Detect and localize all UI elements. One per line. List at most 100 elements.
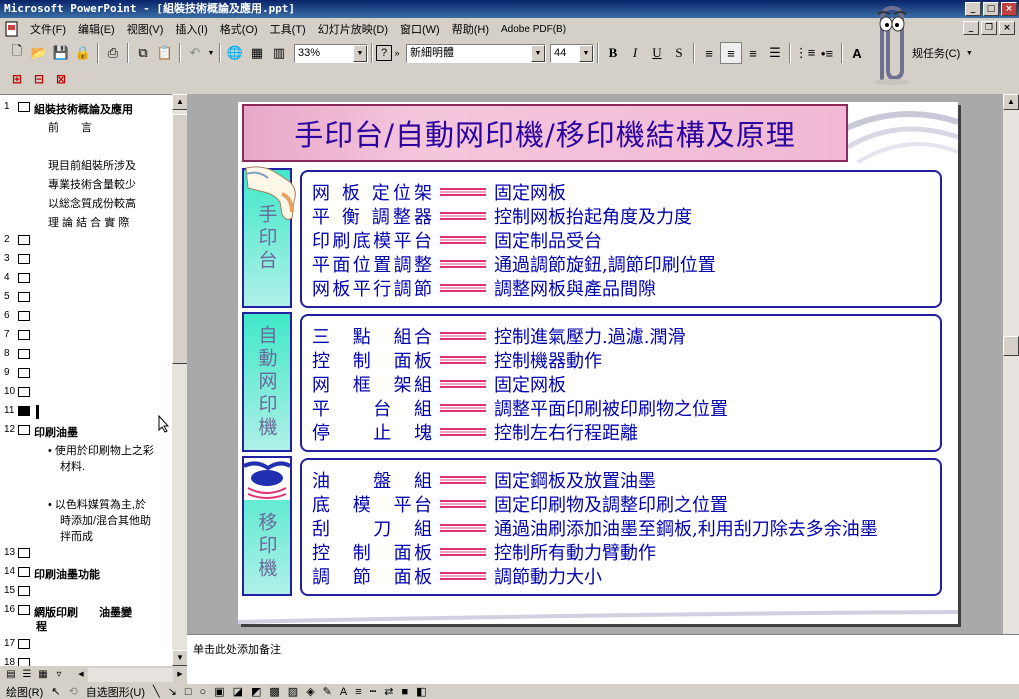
- outline-slide-3[interactable]: 3: [4, 253, 34, 264]
- outline-slide-17[interactable]: 17: [4, 638, 34, 649]
- chart-icon[interactable]: ▥: [268, 42, 290, 64]
- outline-slide-11[interactable]: 11: [4, 405, 39, 419]
- slide-scrollbar[interactable]: ▲: [1003, 94, 1019, 634]
- 3d-icon[interactable]: ◧: [416, 685, 426, 698]
- save-icon[interactable]: 💾: [50, 42, 72, 64]
- rotate-icon[interactable]: ⟲: [69, 685, 78, 698]
- align-center-icon[interactable]: ≡: [720, 42, 742, 64]
- outline-slide-4[interactable]: 4: [4, 272, 34, 283]
- clipart-icon[interactable]: ▩: [269, 685, 279, 698]
- menu-edit[interactable]: 编辑(E): [72, 21, 121, 37]
- doc-minimize-button[interactable]: _: [963, 21, 979, 35]
- open-icon[interactable]: 📂: [28, 42, 50, 64]
- pdf-review-icon[interactable]: ⊠: [50, 68, 72, 90]
- slide-canvas[interactable]: 手印台/自動网印機/移印機結構及原理 手印台 网 板 定位架 固定网板 平 衡 調…: [238, 102, 958, 624]
- doc-restore-button[interactable]: ❐: [981, 21, 997, 35]
- outline-slide-16[interactable]: 16 網版印刷 油墨變: [4, 604, 132, 620]
- outline-slide-2[interactable]: 2: [4, 234, 34, 245]
- scroll-down-icon[interactable]: ▼: [172, 650, 188, 666]
- outline-slide-9[interactable]: 9: [4, 367, 34, 378]
- outline-slide-18[interactable]: 18: [4, 657, 34, 666]
- chevron-down-icon[interactable]: ▼: [964, 42, 974, 64]
- permission-icon[interactable]: 🔒: [72, 42, 94, 64]
- outline-slide-15[interactable]: 15: [4, 585, 34, 596]
- scroll-up-icon[interactable]: ▲: [172, 94, 188, 110]
- hyperlink-icon[interactable]: 🌐: [224, 42, 246, 64]
- paste-icon[interactable]: 📋: [154, 42, 176, 64]
- outline-slide-12[interactable]: 12 印刷油墨: [4, 424, 78, 440]
- bullets-icon[interactable]: •≡: [816, 42, 838, 64]
- line-color-icon[interactable]: ✎: [323, 685, 332, 698]
- menu-help[interactable]: 帮助(H): [446, 21, 495, 37]
- arrow-icon[interactable]: ↘: [168, 685, 177, 698]
- line-style-icon[interactable]: ≡: [355, 686, 361, 698]
- undo-dropdown-icon[interactable]: ▼: [206, 42, 216, 64]
- underline-icon[interactable]: U: [646, 42, 668, 64]
- outline-slide-8[interactable]: 8: [4, 348, 34, 359]
- copy-icon[interactable]: ⧉: [132, 42, 154, 64]
- outline-pane[interactable]: 1 組裝技術概論及應用 前 言 現目前組裝所涉及 專業技術含量較少 以総念質成份…: [0, 94, 172, 666]
- shadow-icon[interactable]: S: [668, 42, 690, 64]
- outline-slide-14[interactable]: 14 印刷油墨功能: [4, 566, 100, 582]
- arrow-style-icon[interactable]: ⇄: [384, 685, 393, 698]
- outline-slide-10[interactable]: 10: [4, 386, 34, 397]
- horizontal-scrollbar[interactable]: ◀ ▶: [74, 668, 187, 682]
- section-box-pad-printer[interactable]: 油 盤 組 固定鋼板及放置油墨 底 模 平台 固定印刷物及調整印刷之位置 刮 刀 組…: [300, 458, 942, 596]
- wordart-icon[interactable]: ◪: [233, 685, 243, 698]
- select-objects-icon[interactable]: ↖: [51, 685, 60, 698]
- outline-slide-1[interactable]: 1 組裝技術概論及應用: [4, 101, 133, 117]
- office-assistant-icon[interactable]: [860, 0, 920, 86]
- dash-style-icon[interactable]: ┅: [370, 685, 377, 698]
- menu-format[interactable]: 格式(O): [214, 21, 264, 37]
- draw-menu-button[interactable]: 绘图(R): [6, 684, 43, 699]
- new-icon[interactable]: 🗋: [6, 42, 28, 64]
- italic-icon[interactable]: I: [624, 42, 646, 64]
- scroll-up-icon[interactable]: ▲: [1003, 94, 1019, 110]
- align-right-icon[interactable]: ≡: [742, 42, 764, 64]
- slide-title[interactable]: 手印台/自動网印機/移印機結構及原理: [242, 104, 848, 162]
- table-icon[interactable]: ▦: [246, 42, 268, 64]
- doc-close-button[interactable]: ×: [999, 21, 1015, 35]
- undo-icon[interactable]: ↶: [184, 42, 206, 64]
- outline-view-icon[interactable]: ☰: [20, 668, 34, 682]
- autoshapes-menu-button[interactable]: 自选图形(U): [86, 684, 145, 699]
- pdf-email-icon[interactable]: ⊟: [28, 68, 50, 90]
- oval-icon[interactable]: ○: [200, 686, 207, 698]
- slideshow-icon[interactable]: ▿: [52, 668, 66, 682]
- font-name-select[interactable]: 新細明體 ▼: [406, 43, 546, 63]
- scroll-thumb[interactable]: [1003, 336, 1019, 356]
- line-icon[interactable]: ╲: [153, 685, 160, 698]
- menu-window[interactable]: 窗口(W): [394, 21, 446, 37]
- font-color-icon[interactable]: A: [340, 686, 347, 698]
- scroll-right-icon[interactable]: ▶: [173, 668, 187, 682]
- close-button[interactable]: ×: [1001, 2, 1017, 16]
- minimize-button[interactable]: _: [965, 2, 981, 16]
- outline-slide-13[interactable]: 13: [4, 547, 34, 558]
- scroll-left-icon[interactable]: ◀: [74, 668, 88, 682]
- scroll-thumb[interactable]: [172, 114, 188, 364]
- maximize-button[interactable]: □: [983, 2, 999, 16]
- section-box-auto-printer[interactable]: 三 點 組合 控制進氣壓力.過濾.潤滑 控 制 面板 控制機器動作 网 框 架組 固定…: [300, 314, 942, 452]
- toolbar-options-icon[interactable]: »: [392, 42, 402, 64]
- menu-slideshow[interactable]: 幻灯片放映(D): [312, 21, 394, 37]
- outline-slide-7[interactable]: 7: [4, 329, 34, 340]
- normal-view-icon[interactable]: ▤: [4, 668, 18, 682]
- outline-slide-5[interactable]: 5: [4, 291, 34, 302]
- zoom-select[interactable]: 33% ▼: [294, 43, 368, 63]
- slide-sorter-icon[interactable]: ▦: [36, 668, 50, 682]
- outline-scrollbar[interactable]: ▲ ▼: [172, 94, 188, 666]
- print-icon[interactable]: ⎙: [102, 42, 124, 64]
- section-box-hand-printer[interactable]: 网 板 定位架 固定网板 平 衡 調整器 控制网板抬起角度及力度 印刷底模平台 固定制…: [300, 170, 942, 308]
- slide-editing-pane[interactable]: 手印台/自動网印機/移印機結構及原理 手印台 网 板 定位架 固定网板 平 衡 調…: [187, 94, 1003, 634]
- menu-tools[interactable]: 工具(T): [264, 21, 312, 37]
- outline-slide-6[interactable]: 6: [4, 310, 34, 321]
- align-left-icon[interactable]: ≡: [698, 42, 720, 64]
- textbox-icon[interactable]: ▣: [214, 685, 224, 698]
- menu-view[interactable]: 视图(V): [121, 21, 170, 37]
- rectangle-icon[interactable]: □: [185, 686, 192, 698]
- numbering-icon[interactable]: ⋮≡: [794, 42, 816, 64]
- distribute-icon[interactable]: ☰: [764, 42, 786, 64]
- picture-icon[interactable]: ▨: [288, 685, 298, 698]
- fill-color-icon[interactable]: ◈: [306, 685, 314, 698]
- notes-pane[interactable]: 单击此处添加备注: [187, 634, 1019, 684]
